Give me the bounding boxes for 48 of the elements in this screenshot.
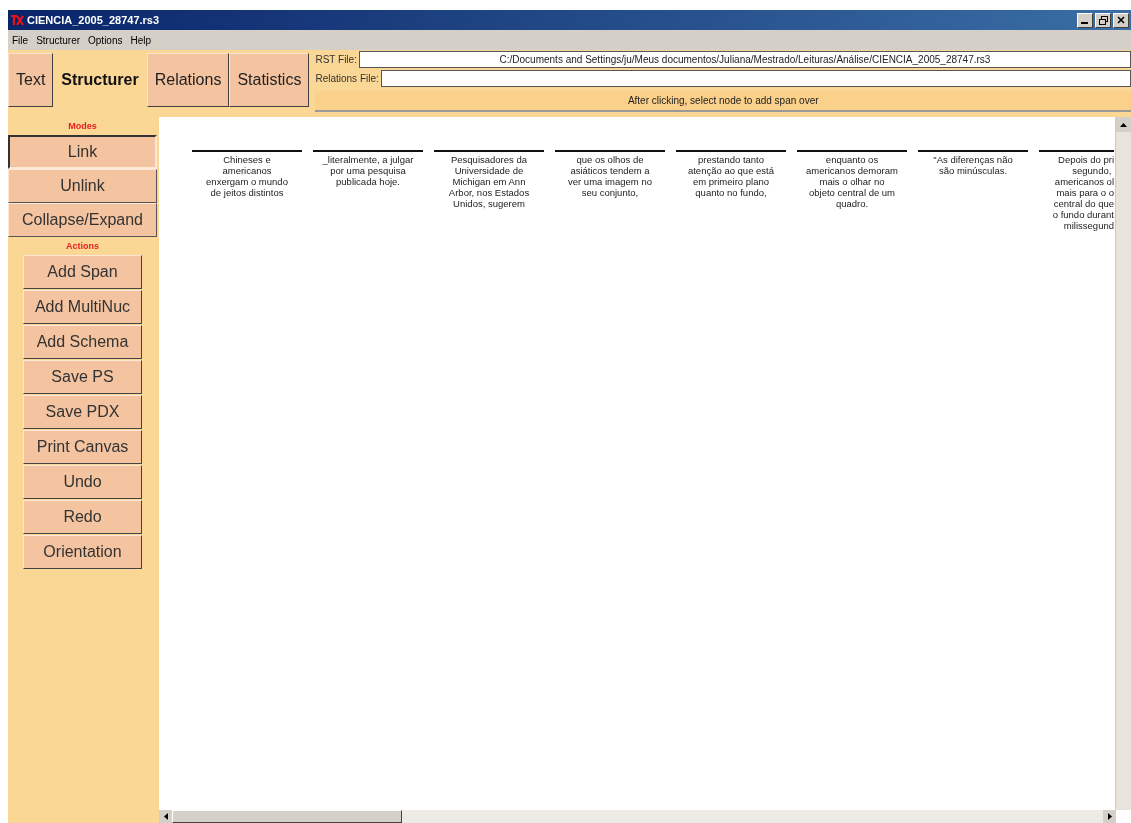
minimize-button[interactable]: [1077, 12, 1093, 28]
app-icon: [10, 14, 24, 26]
tab[interactable]: Text: [8, 53, 54, 107]
action-button[interactable]: Save PS: [23, 360, 142, 394]
segment-text[interactable]: Pesquisadores da Universidade de Michigan em Ann Arbor, nos Estados Unidos, sugerem: [434, 154, 544, 209]
action-button[interactable]: Orientation: [23, 535, 142, 569]
scroll-left-icon[interactable]: [159, 810, 172, 823]
status-message: After clicking, select node to add span over: [315, 91, 1131, 112]
segment-text[interactable]: _literalmente, a julgar por uma pesquisa publicada hoje.: [313, 154, 423, 187]
scroll-up-icon[interactable]: [1116, 117, 1131, 132]
action-button[interactable]: Add Span: [23, 255, 142, 289]
action-button[interactable]: Save PDX: [23, 395, 142, 429]
scroll-thumb[interactable]: [172, 810, 402, 823]
vertical-scrollbar[interactable]: [1115, 117, 1131, 810]
close-icon: [1117, 16, 1125, 24]
window-title: CIENCIA_2005_28747.rs3: [27, 14, 160, 26]
segment-text[interactable]: que os olhos de asiáticos tendem a ver uma imagem no seu conjunto,: [555, 154, 665, 198]
mode-button[interactable]: Link: [8, 135, 157, 169]
maximize-icon: [1098, 15, 1108, 25]
relations-file-field[interactable]: [380, 70, 1131, 87]
field-label: Relations File:: [315, 73, 379, 84]
close-button[interactable]: [1113, 12, 1129, 28]
mode-button[interactable]: Collapse/Expand: [8, 203, 157, 237]
menu-item[interactable]: Structurer: [36, 34, 81, 46]
menu-item[interactable]: Help: [130, 34, 152, 46]
section-label: Actions: [66, 240, 99, 253]
maximize-button[interactable]: [1095, 12, 1111, 28]
action-button[interactable]: Add Schema: [23, 325, 142, 359]
segment-text[interactable]: prestando tanto atenção ao que está em primeiro plano quanto no fundo,: [676, 154, 786, 198]
mode-button[interactable]: Unlink: [8, 169, 157, 203]
action-button[interactable]: Undo: [23, 465, 142, 499]
segment-text[interactable]: Depois do pri segundo, americanos ol mais para o o central do que o fundo durant milissegund: [1039, 154, 1114, 231]
tab[interactable]: Statistics: [229, 53, 310, 107]
tab[interactable]: Relations: [146, 53, 230, 107]
horizontal-scrollbar[interactable]: [159, 810, 1116, 823]
rst-file-field[interactable]: C:/Documents and Settings/ju/Meus documentos/Juliana/Mestrado/Leituras/Análise/CIENCIA_2005_28747.rs3: [358, 51, 1131, 68]
section-label: Modes: [68, 120, 97, 133]
action-button[interactable]: Print Canvas: [23, 430, 142, 464]
menu-item[interactable]: Options: [88, 34, 123, 46]
tab[interactable]: Structurer: [53, 53, 147, 107]
segment-text[interactable]: "As diferenças não são minúsculas.: [918, 154, 1028, 176]
action-button[interactable]: Add MultiNuc: [23, 290, 142, 324]
menu-item[interactable]: File: [12, 34, 29, 46]
scroll-right-icon[interactable]: [1103, 810, 1116, 823]
field-label: RST File:: [315, 54, 357, 65]
action-button[interactable]: Redo: [23, 500, 142, 534]
segment-text[interactable]: enquanto os americanos demoram mais o olhar no objeto central de um quadro.: [797, 154, 907, 209]
segment-text[interactable]: Chineses e americanos enxergam o mundo de jeitos distintos: [192, 154, 302, 198]
